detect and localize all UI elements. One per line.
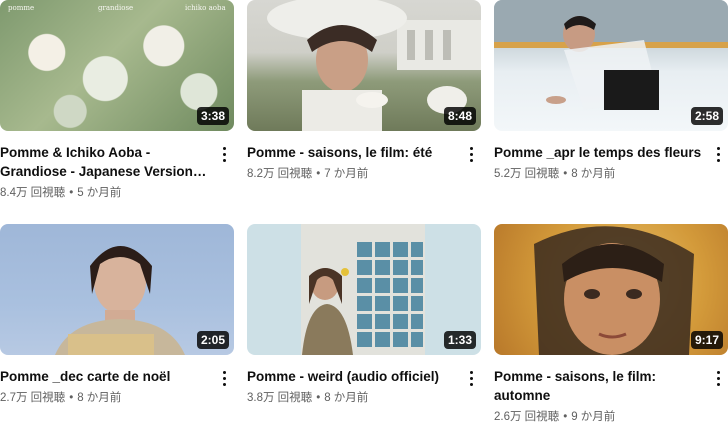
video-thumbnail[interactable]: 9:17 (494, 224, 728, 355)
separator: • (316, 168, 321, 180)
video-card[interactable]: 1:33 Pomme - weird (audio officiel) 3.8万… (247, 224, 481, 406)
video-title[interactable]: Pomme - weird (audio officiel) (247, 367, 455, 386)
video-card[interactable]: 8:48 Pomme - saisons, le film: été 8.2万 … (247, 0, 481, 182)
video-card[interactable]: 2:58 Pomme _apr le temps des fleurs 5.2万… (494, 0, 728, 182)
video-thumbnail[interactable]: 8:48 (247, 0, 481, 131)
video-stats: 2.7万 回視聴 • 8 か月前 (0, 390, 208, 406)
view-count: 3.8万 回視聴 (247, 392, 313, 404)
video-thumbnail[interactable]: 2:58 (494, 0, 728, 131)
video-title[interactable]: Pomme _dec carte de noël (0, 367, 208, 386)
view-count: 8.2万 回視聴 (247, 168, 313, 180)
video-grid: pomme grandiose ichiko aoba 3:38 Pomme &… (0, 0, 728, 423)
view-count: 5.2万 回視聴 (494, 168, 560, 180)
video-thumbnail[interactable]: 1:33 (247, 224, 481, 355)
duration-badge: 8:48 (443, 107, 476, 125)
video-title[interactable]: Pomme _apr le temps des fleurs (494, 143, 702, 162)
more-actions-icon[interactable] (214, 367, 234, 389)
video-meta: Pomme _apr le temps des fleurs 5.2万 回視聴 •… (494, 143, 728, 182)
separator: • (69, 187, 74, 199)
video-stats: 8.2万 回視聴 • 7 か月前 (247, 166, 455, 182)
thumbnail-caption: ichiko aoba (185, 4, 226, 12)
separator: • (69, 392, 74, 404)
separator: • (316, 392, 321, 404)
video-card[interactable]: 2:05 Pomme _dec carte de noël 2.7万 回視聴 • 8… (0, 224, 234, 406)
duration-badge: 2:58 (690, 107, 723, 125)
separator: • (563, 168, 568, 180)
upload-age: 8 か月前 (77, 392, 122, 404)
view-count: 2.7万 回視聴 (0, 392, 66, 404)
video-title[interactable]: Pomme & Ichiko Aoba - Grandiose - Japane… (0, 143, 208, 181)
video-meta: Pomme & Ichiko Aoba - Grandiose - Japane… (0, 143, 234, 201)
more-actions-icon[interactable] (708, 367, 728, 389)
view-count: 2.6万 回視聴 (494, 411, 560, 423)
view-count: 8.4万 回視聴 (0, 187, 66, 199)
video-stats: 2.6万 回視聴 • 9 か月前 (494, 409, 702, 425)
more-actions-icon[interactable] (461, 367, 481, 389)
separator: • (563, 411, 568, 423)
more-actions-icon[interactable] (214, 143, 234, 165)
duration-badge: 2:05 (196, 331, 229, 349)
more-actions-icon[interactable] (708, 143, 728, 165)
upload-age: 5 か月前 (77, 187, 122, 199)
video-meta: Pomme _dec carte de noël 2.7万 回視聴 • 8 か月前 (0, 367, 234, 406)
duration-badge: 1:33 (443, 331, 476, 349)
video-card[interactable]: pomme grandiose ichiko aoba 3:38 Pomme &… (0, 0, 234, 201)
video-thumbnail[interactable]: pomme grandiose ichiko aoba 3:38 (0, 0, 234, 131)
thumbnail-caption: pomme (8, 4, 35, 12)
upload-age: 7 か月前 (324, 168, 369, 180)
upload-age: 8 か月前 (571, 168, 616, 180)
video-stats: 8.4万 回視聴 • 5 か月前 (0, 185, 208, 201)
video-meta: Pomme - weird (audio officiel) 3.8万 回視聴 •… (247, 367, 481, 406)
more-actions-icon[interactable] (461, 143, 481, 165)
video-thumbnail[interactable]: 2:05 (0, 224, 234, 355)
video-meta: Pomme - saisons, le film: automne 2.6万 回… (494, 367, 728, 425)
video-meta: Pomme - saisons, le film: été 8.2万 回視聴 • 7… (247, 143, 481, 182)
upload-age: 8 か月前 (324, 392, 369, 404)
duration-badge: 9:17 (690, 331, 723, 349)
video-stats: 5.2万 回視聴 • 8 か月前 (494, 166, 702, 182)
duration-badge: 3:38 (196, 107, 229, 125)
video-title[interactable]: Pomme - saisons, le film: automne (494, 367, 702, 405)
thumbnail-caption: grandiose (98, 4, 134, 12)
video-card[interactable]: 9:17 Pomme - saisons, le film: automne 2… (494, 224, 728, 425)
video-title[interactable]: Pomme - saisons, le film: été (247, 143, 455, 162)
video-stats: 3.8万 回視聴 • 8 か月前 (247, 390, 455, 406)
upload-age: 9 か月前 (571, 411, 616, 423)
